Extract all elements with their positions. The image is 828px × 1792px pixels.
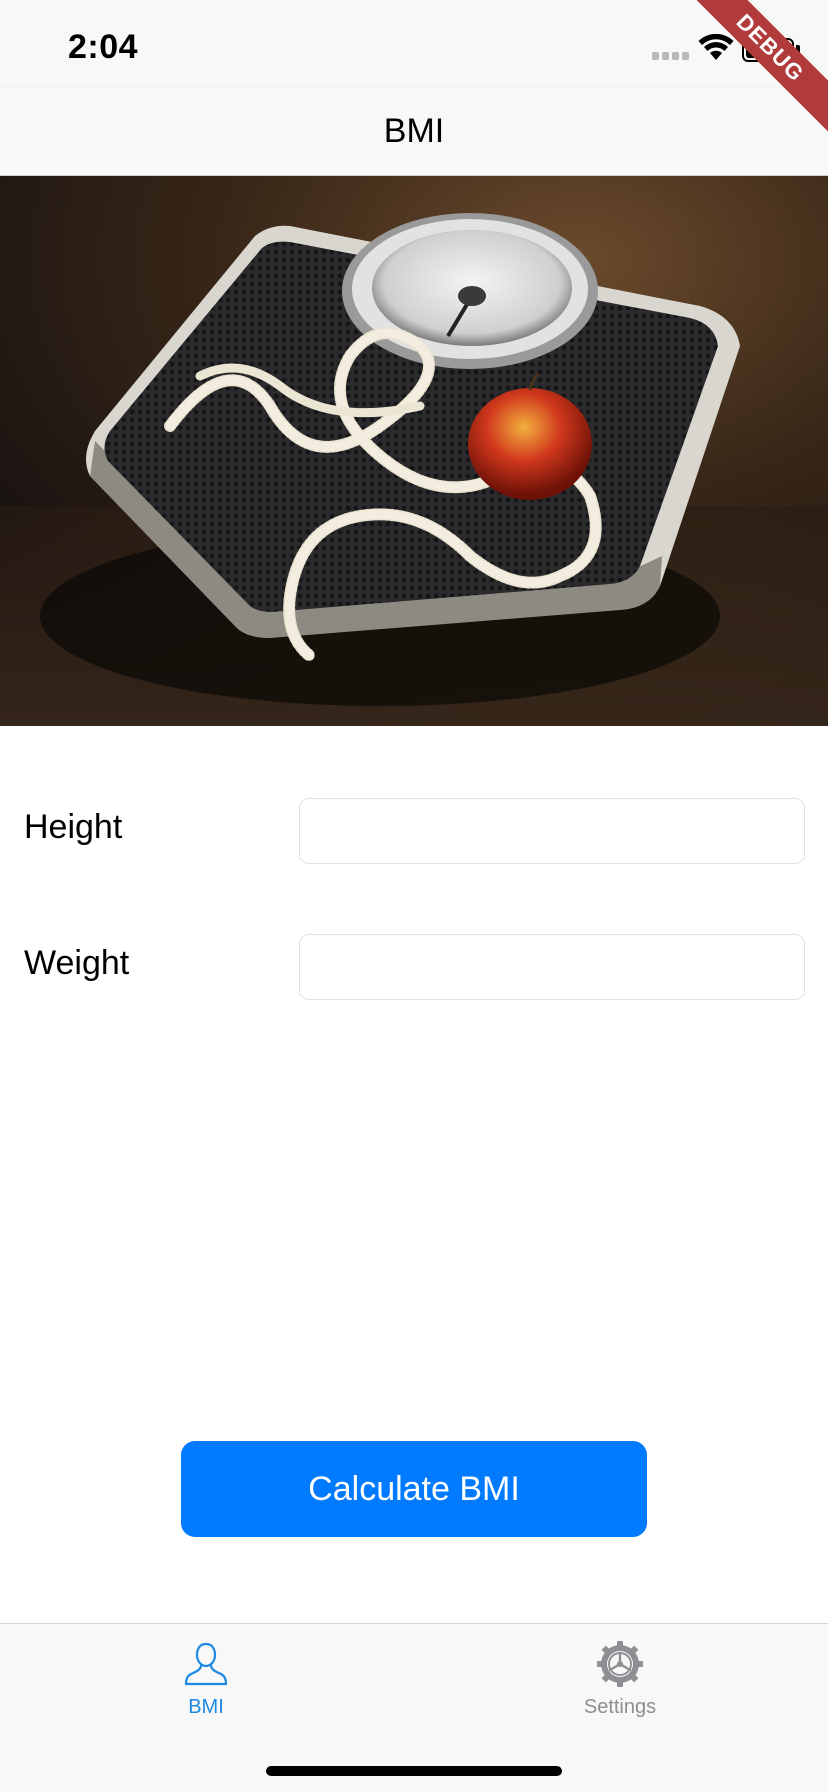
tab-bmi[interactable]: BMI [106,1640,306,1740]
weight-row: Weight [0,934,828,1000]
status-bar: 2:04 [0,0,828,88]
height-row: Height [0,798,828,864]
tab-bmi-label: BMI [188,1696,224,1718]
gear-icon [597,1641,643,1687]
status-time: 2:04 [68,28,139,66]
home-indicator [266,1766,562,1776]
height-input[interactable] [299,798,805,864]
cellular-signal-icon [652,52,692,62]
hero-image [0,176,828,726]
navigation-bar: BMI [0,88,828,176]
weight-input[interactable] [299,934,805,1000]
tab-settings-label: Settings [583,1696,657,1718]
scale-illustration [0,176,828,726]
tab-settings[interactable]: Settings [520,1640,720,1740]
weight-label: Weight [24,944,130,982]
wifi-icon [698,34,734,60]
calculate-bmi-button[interactable]: Calculate BMI [181,1441,647,1537]
screen: 2:04 DEBUG BMI Height Weight Calculate B… [0,0,828,1792]
height-label: Height [24,808,123,846]
person-icon [184,1642,228,1686]
page-title: BMI [383,112,445,150]
